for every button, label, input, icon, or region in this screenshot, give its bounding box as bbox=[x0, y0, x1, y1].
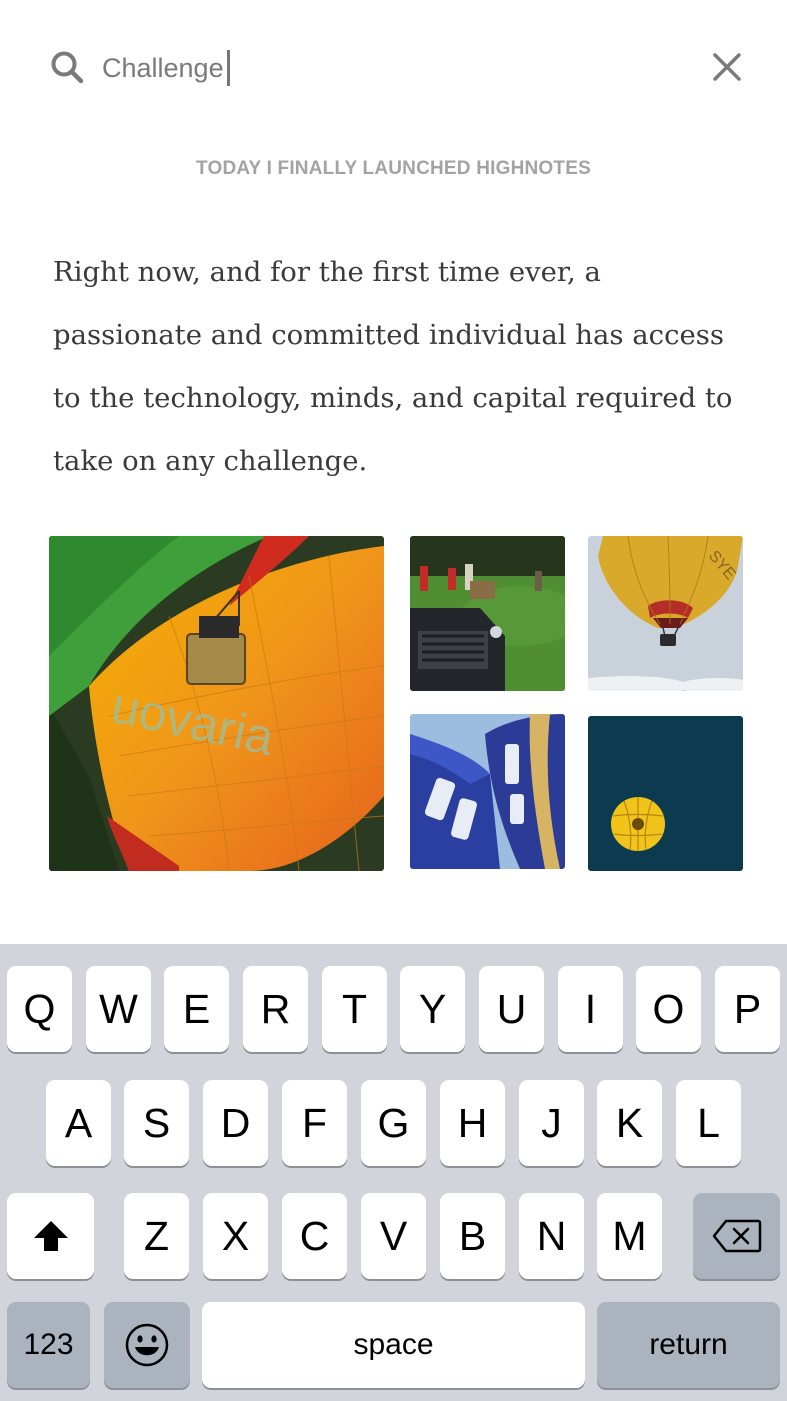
emoji-icon bbox=[125, 1323, 169, 1367]
key-y[interactable]: Y bbox=[400, 966, 465, 1052]
key-o[interactable]: O bbox=[636, 966, 701, 1052]
key-r[interactable]: R bbox=[243, 966, 308, 1052]
emoji-key[interactable] bbox=[104, 1302, 190, 1388]
article-title[interactable]: TODAY I FINALLY LAUNCHED HIGHNOTES bbox=[0, 158, 787, 180]
key-w[interactable]: W bbox=[86, 966, 151, 1052]
key-m[interactable]: M bbox=[597, 1193, 662, 1279]
key-l[interactable]: L bbox=[676, 1080, 741, 1166]
key-f[interactable]: F bbox=[282, 1080, 347, 1166]
key-e[interactable]: E bbox=[164, 966, 229, 1052]
article-line: passionate and committed individual has … bbox=[53, 319, 724, 351]
key-a[interactable]: A bbox=[46, 1080, 111, 1166]
article-line: take on any challenge. bbox=[53, 445, 368, 477]
search-bar: Challenge bbox=[0, 0, 787, 140]
key-b[interactable]: B bbox=[440, 1193, 505, 1279]
key-p[interactable]: P bbox=[715, 966, 780, 1052]
shift-key[interactable] bbox=[7, 1193, 94, 1279]
key-z[interactable]: Z bbox=[124, 1193, 189, 1279]
backspace-icon bbox=[712, 1219, 761, 1253]
photo-land-rover[interactable] bbox=[410, 536, 565, 691]
key-n[interactable]: N bbox=[519, 1193, 584, 1279]
shift-icon bbox=[33, 1221, 68, 1251]
key-x[interactable]: X bbox=[203, 1193, 268, 1279]
key-i[interactable]: I bbox=[558, 966, 623, 1052]
key-h[interactable]: H bbox=[440, 1080, 505, 1166]
text-caret bbox=[226, 50, 230, 86]
key-g[interactable]: G bbox=[361, 1080, 426, 1166]
key-d[interactable]: D bbox=[203, 1080, 268, 1166]
search-icon bbox=[51, 51, 84, 84]
space-key[interactable]: space bbox=[202, 1302, 585, 1388]
backspace-key[interactable] bbox=[693, 1193, 780, 1279]
article-line: to the technology, minds, and capital re… bbox=[53, 382, 733, 414]
key-q[interactable]: Q bbox=[7, 966, 72, 1052]
photo-blue-balloon[interactable] bbox=[410, 714, 565, 869]
return-key[interactable]: return bbox=[597, 1302, 780, 1388]
article-line: Right now, and for the first time ever, … bbox=[53, 256, 601, 288]
key-v[interactable]: V bbox=[361, 1193, 426, 1279]
search-input[interactable]: Challenge bbox=[102, 44, 622, 92]
key-u[interactable]: U bbox=[479, 966, 544, 1052]
keyboard: Q W E R T Y U I O P A S D F G H J K L Z … bbox=[0, 944, 787, 1401]
search-input-value: Challenge bbox=[102, 52, 224, 83]
photo-balloon-basket[interactable]: uovaria bbox=[49, 536, 384, 871]
key-j[interactable]: J bbox=[519, 1080, 584, 1166]
key-s[interactable]: S bbox=[124, 1080, 189, 1166]
key-k[interactable]: K bbox=[597, 1080, 662, 1166]
photo-balloon-sky[interactable]: SYE bbox=[588, 536, 743, 691]
article-body: Right now, and for the first time ever, … bbox=[53, 241, 753, 493]
key-c[interactable]: C bbox=[282, 1193, 347, 1279]
key-t[interactable]: T bbox=[322, 966, 387, 1052]
close-icon[interactable] bbox=[710, 50, 744, 84]
photo-yellow-balloon[interactable] bbox=[588, 716, 743, 871]
numbers-key[interactable]: 123 bbox=[7, 1302, 90, 1388]
